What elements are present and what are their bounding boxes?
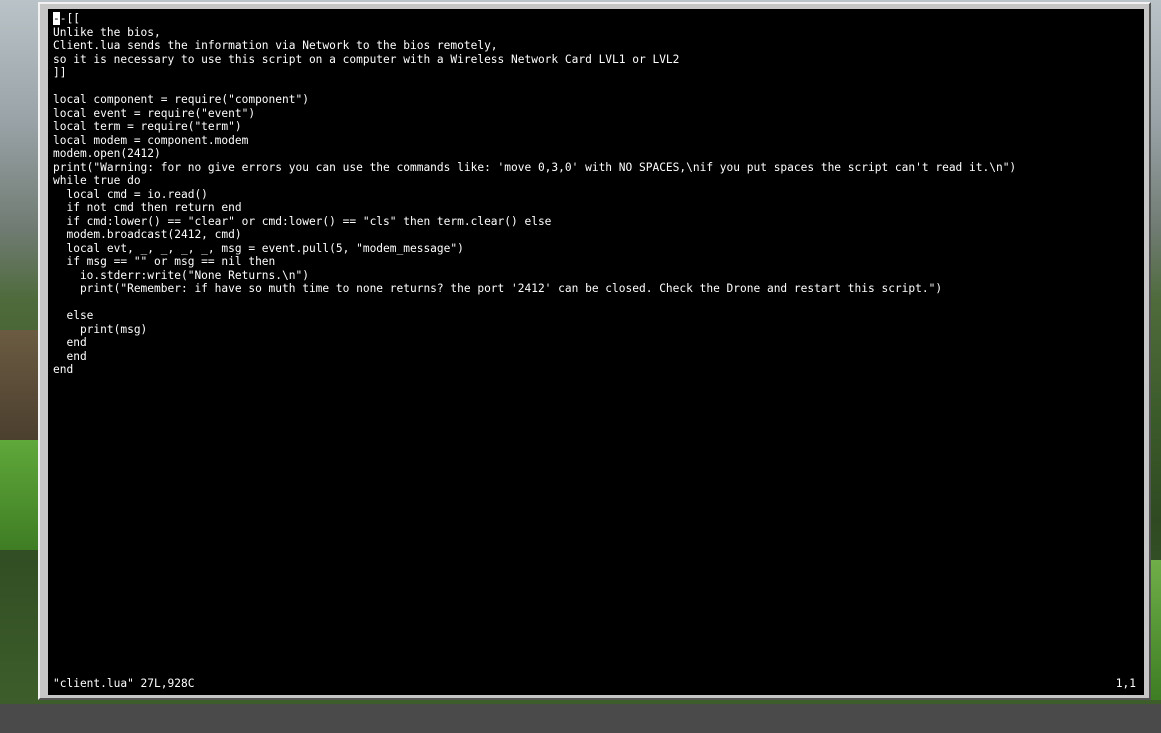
code-line-16[interactable]: if cmd:lower() == "clear" or cmd:lower()…: [53, 215, 1016, 229]
code-line-23[interactable]: else: [53, 309, 1016, 323]
code-line-27[interactable]: end: [53, 363, 1016, 377]
code-line-19[interactable]: if msg == "" or msg == nil then: [53, 255, 1016, 269]
code-line-25[interactable]: end: [53, 336, 1016, 350]
code-line-24[interactable]: print(msg): [53, 323, 1016, 337]
text-cursor: -: [53, 12, 60, 25]
code-line-1[interactable]: --[[: [53, 12, 1016, 26]
code-line-5[interactable]: ]]: [53, 66, 1016, 80]
code-line-13[interactable]: while true do: [53, 174, 1016, 188]
editor-status-bar: "client.lua" 27L,928C 1,1: [53, 677, 1136, 691]
code-line-20[interactable]: io.stderr:write("None Returns.\n"): [53, 269, 1016, 283]
code-line-10[interactable]: local modem = component.modem: [53, 134, 1016, 148]
editor-text-area[interactable]: --[[Unlike the bios, Client.lua sends the…: [53, 12, 1016, 377]
code-line-22[interactable]: [53, 296, 1016, 310]
code-line-7[interactable]: local component = require("component"): [53, 93, 1016, 107]
background-dirt-block: [0, 330, 40, 440]
file-info: "client.lua" 27L,928C: [53, 677, 195, 690]
code-line-11[interactable]: modem.open(2412): [53, 147, 1016, 161]
code-line-8[interactable]: local event = require("event"): [53, 107, 1016, 121]
code-line-4[interactable]: so it is necessary to use this script on…: [53, 53, 1016, 67]
code-line-18[interactable]: local evt, _, _, _, _, msg = event.pull(…: [53, 242, 1016, 256]
cursor-position: 1,1: [1115, 677, 1136, 690]
code-line-21[interactable]: print("Remember: if have so muth time to…: [53, 282, 1016, 296]
code-line-6[interactable]: [53, 80, 1016, 94]
code-line-17[interactable]: modem.broadcast(2412, cmd): [53, 228, 1016, 242]
code-line-14[interactable]: local cmd = io.read(): [53, 188, 1016, 202]
code-line-3[interactable]: Client.lua sends the information via Net…: [53, 39, 1016, 53]
code-line-15[interactable]: if not cmd then return end: [53, 201, 1016, 215]
code-lines: Unlike the bios, Client.lua sends the inf…: [53, 26, 1016, 377]
code-line-2[interactable]: Unlike the bios,: [53, 26, 1016, 40]
code-line-text: -[[: [59, 12, 80, 25]
background-grass-block: [0, 440, 40, 550]
terminal-screen[interactable]: --[[Unlike the bios, Client.lua sends the…: [48, 9, 1144, 695]
code-line-12[interactable]: print("Warning: for no give errors you c…: [53, 161, 1016, 175]
code-line-26[interactable]: end: [53, 350, 1016, 364]
code-line-9[interactable]: local term = require("term"): [53, 120, 1016, 134]
